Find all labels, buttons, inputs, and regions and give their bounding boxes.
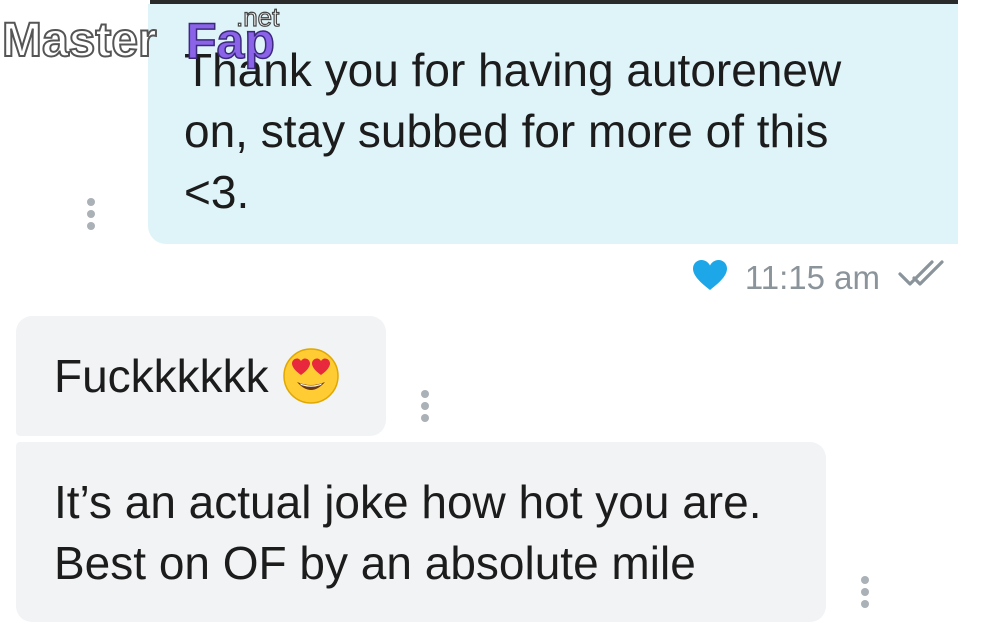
double-check-icon <box>898 259 948 297</box>
received-message-more-icon[interactable] <box>860 576 870 608</box>
watermark-logo: Master Fap .net <box>0 4 310 74</box>
heart-icon[interactable] <box>692 259 727 297</box>
received-message-text: Fuckkkkkk <box>54 349 269 402</box>
received-message-text: It’s an actual joke how hot you are. Bes… <box>54 476 762 589</box>
heart-eyes-emoji-icon <box>282 348 339 404</box>
sent-message-meta: 11:15 am <box>692 256 948 300</box>
received-message-bubble[interactable]: It’s an actual joke how hot you are. Bes… <box>16 442 826 622</box>
watermark-suffix: .net <box>236 4 280 32</box>
received-message-bubble[interactable]: Fuckkkkkk <box>16 316 386 436</box>
received-message-more-icon[interactable] <box>420 390 430 422</box>
message-timestamp: 11:15 am <box>744 259 880 296</box>
watermark-brand-left: Master <box>2 14 157 67</box>
sent-message-more-icon[interactable] <box>86 198 96 230</box>
